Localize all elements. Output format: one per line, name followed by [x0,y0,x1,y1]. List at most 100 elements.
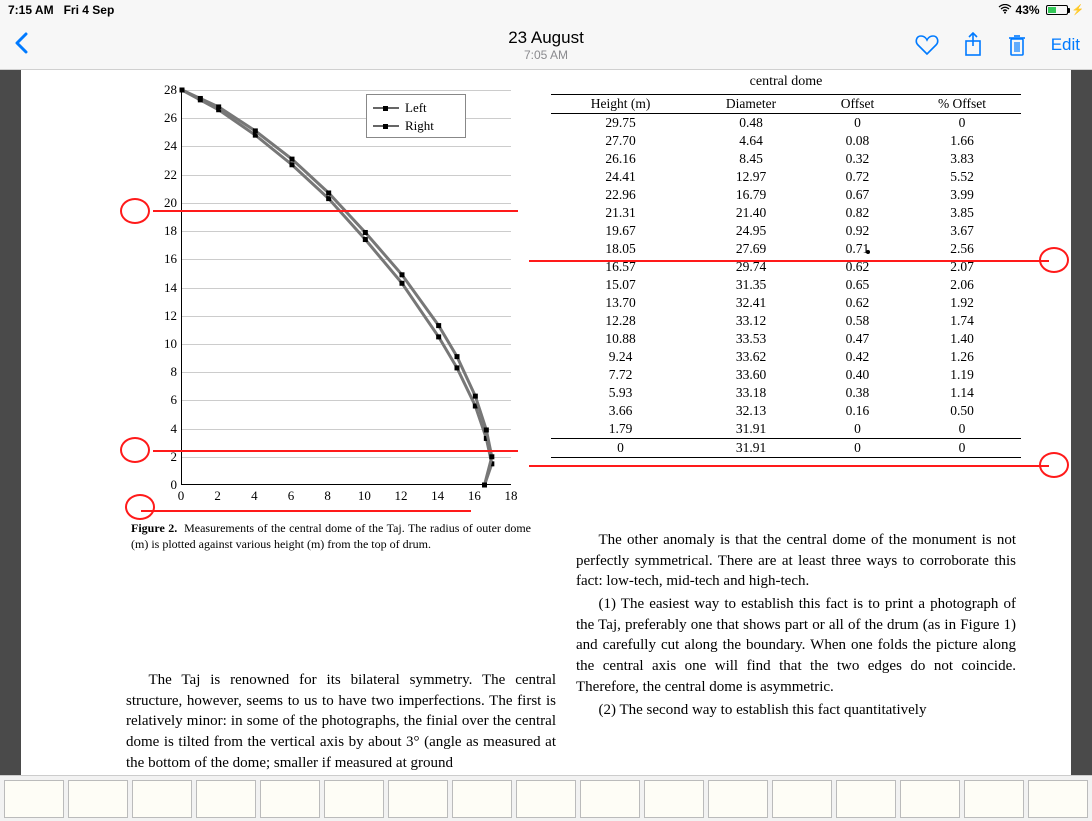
table-row: 13.7032.410.621.92 [551,294,1021,312]
nav-title: 23 August [508,28,584,48]
thumbnail[interactable] [580,780,640,818]
battery-pct: 43% [1016,3,1040,17]
y-tick: 4 [153,421,177,437]
thumbnail[interactable] [132,780,192,818]
edit-button[interactable]: Edit [1051,35,1080,55]
figure-caption-text: Measurements of the central dome of the … [131,521,531,551]
nav-subtitle: 7:05 AM [508,48,584,62]
annotation-line [529,260,1049,262]
table-header: Offset [812,95,903,114]
annotation-circle [1039,247,1069,273]
thumbnail[interactable] [4,780,64,818]
thumbnail-strip[interactable] [0,775,1092,821]
table-row: 9.2433.620.421.26 [551,348,1021,366]
table-title: central dome [551,70,1021,94]
x-tick: 6 [288,488,295,504]
table-row: 18.0527.690.712.56 [551,240,1021,258]
x-tick: 12 [395,488,408,504]
thumbnail[interactable] [836,780,896,818]
table-row: 3.6632.130.160.50 [551,402,1021,420]
thumbnail[interactable] [708,780,768,818]
x-tick: 4 [251,488,258,504]
table-row: 29.750.4800 [551,114,1021,133]
annotation-line [529,465,1049,467]
favorite-button[interactable] [915,34,939,56]
thumbnail[interactable] [260,780,320,818]
annotation-circle [125,494,155,520]
legend-left: Left [405,100,427,116]
y-tick: 8 [153,364,177,380]
paragraph: The other anomaly is that the central do… [576,530,1016,592]
status-date: Fri 4 Sep [64,3,115,17]
table-row: 031.9100 [551,439,1021,458]
document-page: 0246810121416182022242628 02468101214161… [21,70,1071,775]
thumbnail[interactable] [388,780,448,818]
table-row: 21.3121.400.823.85 [551,204,1021,222]
paragraph: (2) The second way to establish this fac… [576,700,1016,721]
wifi-icon [998,3,1012,17]
thumbnail[interactable] [1028,780,1088,818]
y-tick: 28 [153,82,177,98]
table-row: 1.7931.9100 [551,420,1021,439]
thumbnail[interactable] [324,780,384,818]
y-tick: 10 [153,336,177,352]
body-column-2: The other anomaly is that the central do… [576,530,1016,722]
chart-plot-area [181,90,511,485]
annotation-circle [1039,452,1069,478]
charging-icon: ⚡ [1072,5,1084,16]
table-row: 27.704.640.081.66 [551,132,1021,150]
annotation-line [153,210,518,212]
table-row: 12.2833.120.581.74 [551,312,1021,330]
battery-icon [1046,5,1068,15]
table-row: 5.9333.180.381.14 [551,384,1021,402]
y-tick: 16 [153,251,177,267]
delete-button[interactable] [1007,33,1027,57]
x-tick: 18 [505,488,518,504]
table-row: 19.6724.950.923.67 [551,222,1021,240]
legend-right: Right [405,118,434,134]
y-tick: 26 [153,110,177,126]
table-header: Height (m) [551,95,690,114]
x-tick: 8 [324,488,331,504]
y-tick: 12 [153,308,177,324]
paragraph: (1) The easiest way to establish this fa… [576,594,1016,697]
y-tick: 22 [153,167,177,183]
thumbnail[interactable] [196,780,256,818]
table-header: Diameter [690,95,812,114]
thumbnail[interactable] [772,780,832,818]
annotation-circle [120,198,150,224]
status-time: 7:15 AM [8,3,54,17]
y-tick: 14 [153,280,177,296]
annotation-line [153,450,518,452]
chart-figure: 0246810121416182022242628 02468101214161… [131,80,531,500]
data-table: central dome Height (m)DiameterOffset% O… [551,70,1021,458]
y-tick: 18 [153,223,177,239]
thumbnail[interactable] [68,780,128,818]
table-row: 24.4112.970.725.52 [551,168,1021,186]
x-tick: 10 [358,488,371,504]
x-tick: 0 [178,488,185,504]
thumbnail[interactable] [964,780,1024,818]
chart-legend: Left Right [366,94,466,138]
document-viewport[interactable]: 0246810121416182022242628 02468101214161… [0,70,1092,775]
body-column-1: The Taj is renowned for its bilateral sy… [126,670,556,775]
back-button[interactable] [0,29,42,61]
annotation-circle [120,437,150,463]
share-button[interactable] [963,32,983,58]
figure-caption: Figure 2. Measurements of the central do… [131,520,531,552]
x-tick: 14 [431,488,444,504]
thumbnail[interactable] [644,780,704,818]
y-tick: 0 [153,477,177,493]
paragraph: The Taj is renowned for its bilateral sy… [126,670,556,773]
table-row: 15.0731.350.652.06 [551,276,1021,294]
table-row: 7.7233.600.401.19 [551,366,1021,384]
table-row: 22.9616.790.673.99 [551,186,1021,204]
y-tick: 24 [153,138,177,154]
table-row: 26.168.450.323.83 [551,150,1021,168]
thumbnail[interactable] [452,780,512,818]
nav-bar: 23 August 7:05 AM Edit [0,20,1092,70]
y-tick: 20 [153,195,177,211]
thumbnail[interactable] [900,780,960,818]
table-header: % Offset [903,95,1021,114]
thumbnail[interactable] [516,780,576,818]
